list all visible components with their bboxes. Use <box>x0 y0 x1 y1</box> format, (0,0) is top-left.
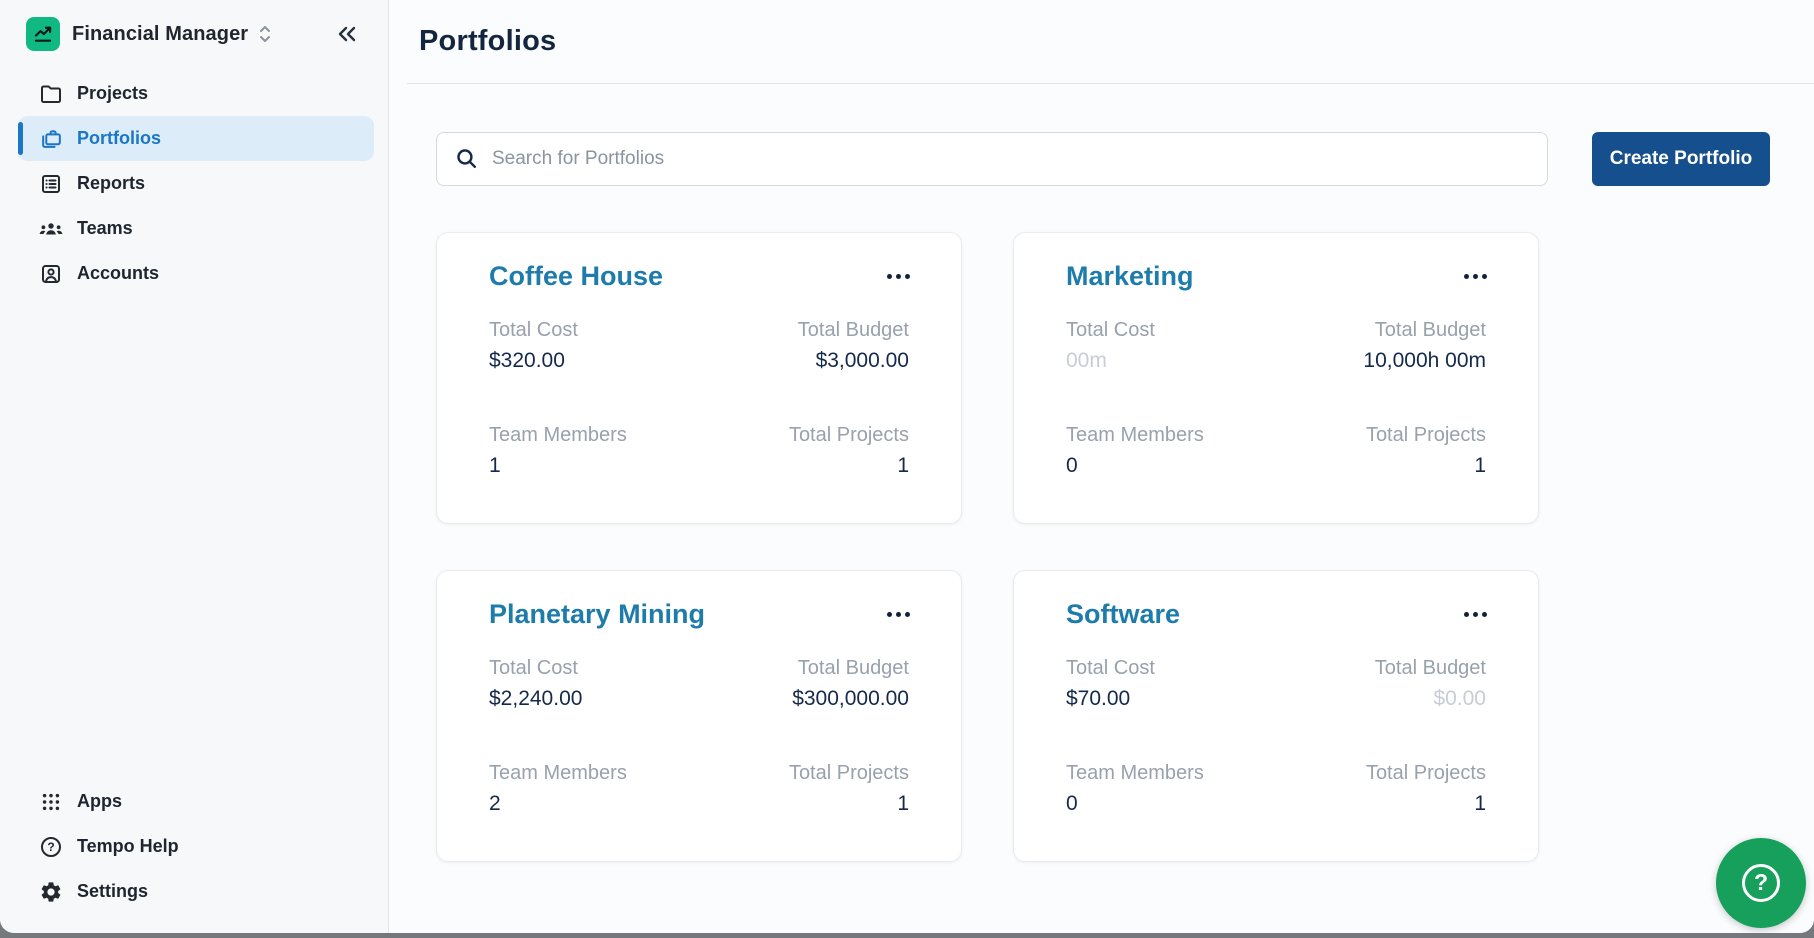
sidebar-nav: Projects Portfolios <box>0 71 388 296</box>
portfolio-search <box>436 132 1548 186</box>
account-icon <box>38 262 64 286</box>
stat-total-cost: Total Cost $2,240.00 <box>489 654 699 715</box>
trend-chart-logo-icon <box>26 17 60 51</box>
stat-total-budget: Total Budget $0.00 <box>1276 654 1486 715</box>
sidebar: Financial Manager <box>0 0 389 933</box>
portfolio-card: Coffee House Total Cost $320.00 Total Bu… <box>436 232 962 524</box>
portfolio-name-link[interactable]: Software <box>1066 599 1180 630</box>
sidebar-item-reports[interactable]: Reports <box>18 161 374 206</box>
portfolio-name-link[interactable]: Marketing <box>1066 261 1194 292</box>
card-menu-icon[interactable] <box>879 604 918 625</box>
sidebar-item-label: Apps <box>77 791 122 812</box>
sidebar-header: Financial Manager <box>0 0 388 65</box>
sidebar-item-teams[interactable]: Teams <box>18 206 374 251</box>
stat-total-projects: Total Projects 1 <box>699 421 909 482</box>
sidebar-item-label: Projects <box>77 83 148 104</box>
toolbar: Create Portfolio <box>389 84 1814 186</box>
sidebar-footer: Apps ? Tempo Help Settings <box>0 779 388 933</box>
stat-team-members: Team Members 2 <box>489 759 699 820</box>
collapse-sidebar-icon[interactable] <box>334 22 360 46</box>
stat-total-cost: Total Cost 00m <box>1066 316 1276 377</box>
stat-total-projects: Total Projects 1 <box>699 759 909 820</box>
sidebar-item-projects[interactable]: Projects <box>18 71 374 116</box>
stat-total-cost: Total Cost $70.00 <box>1066 654 1276 715</box>
stat-team-members: Team Members 1 <box>489 421 699 482</box>
stat-team-members: Team Members 0 <box>1066 759 1276 820</box>
portfolio-name-link[interactable]: Coffee House <box>489 261 663 292</box>
apps-grid-icon <box>38 791 64 813</box>
portfolio-icon <box>38 126 64 151</box>
stat-total-budget: Total Budget $3,000.00 <box>699 316 909 377</box>
search-icon <box>454 146 479 171</box>
card-menu-icon[interactable] <box>1456 266 1495 287</box>
report-list-icon <box>38 172 64 196</box>
sidebar-item-label: Reports <box>77 173 145 194</box>
sidebar-item-accounts[interactable]: Accounts <box>18 251 374 296</box>
teams-icon <box>38 217 64 241</box>
app-window: Financial Manager <box>0 0 1814 933</box>
main-content: Portfolios Create Portfolio Coffee House <box>389 0 1814 933</box>
search-input[interactable] <box>436 132 1548 186</box>
sidebar-item-tempo-help[interactable]: ? Tempo Help <box>18 824 374 869</box>
portfolio-card-grid: Coffee House Total Cost $320.00 Total Bu… <box>436 232 1814 862</box>
sidebar-item-apps[interactable]: Apps <box>18 779 374 824</box>
sidebar-item-label: Teams <box>77 218 133 239</box>
create-portfolio-button[interactable]: Create Portfolio <box>1592 132 1770 186</box>
help-circle-icon: ? <box>38 837 64 857</box>
stat-total-budget: Total Budget $300,000.00 <box>699 654 909 715</box>
stat-total-budget: Total Budget 10,000h 00m <box>1276 316 1486 377</box>
page-title: Portfolios <box>419 25 1814 58</box>
sidebar-item-portfolios[interactable]: Portfolios <box>18 116 374 161</box>
sidebar-item-settings[interactable]: Settings <box>18 869 374 914</box>
portfolio-name-link[interactable]: Planetary Mining <box>489 599 705 630</box>
sidebar-item-label: Accounts <box>77 263 159 284</box>
sidebar-item-label: Portfolios <box>77 128 161 149</box>
workspace-switcher-chevrons-icon[interactable] <box>256 23 274 45</box>
portfolio-card: Software Total Cost $70.00 Total Budget … <box>1013 570 1539 862</box>
stat-total-projects: Total Projects 1 <box>1276 421 1486 482</box>
page-header: Portfolios <box>389 0 1814 58</box>
card-menu-icon[interactable] <box>879 266 918 287</box>
portfolio-card: Planetary Mining Total Cost $2,240.00 To… <box>436 570 962 862</box>
stat-total-projects: Total Projects 1 <box>1276 759 1486 820</box>
app-title: Financial Manager <box>72 23 248 46</box>
sidebar-item-label: Settings <box>77 881 148 902</box>
help-fab-button[interactable]: ? <box>1716 838 1806 928</box>
portfolio-card: Marketing Total Cost 00m Total Budget 10… <box>1013 232 1539 524</box>
card-menu-icon[interactable] <box>1456 604 1495 625</box>
sidebar-item-label: Tempo Help <box>77 836 179 857</box>
folder-icon <box>38 82 64 106</box>
stat-total-cost: Total Cost $320.00 <box>489 316 699 377</box>
help-question-icon: ? <box>1742 864 1780 902</box>
stat-team-members: Team Members 0 <box>1066 421 1276 482</box>
gear-icon <box>38 880 64 904</box>
